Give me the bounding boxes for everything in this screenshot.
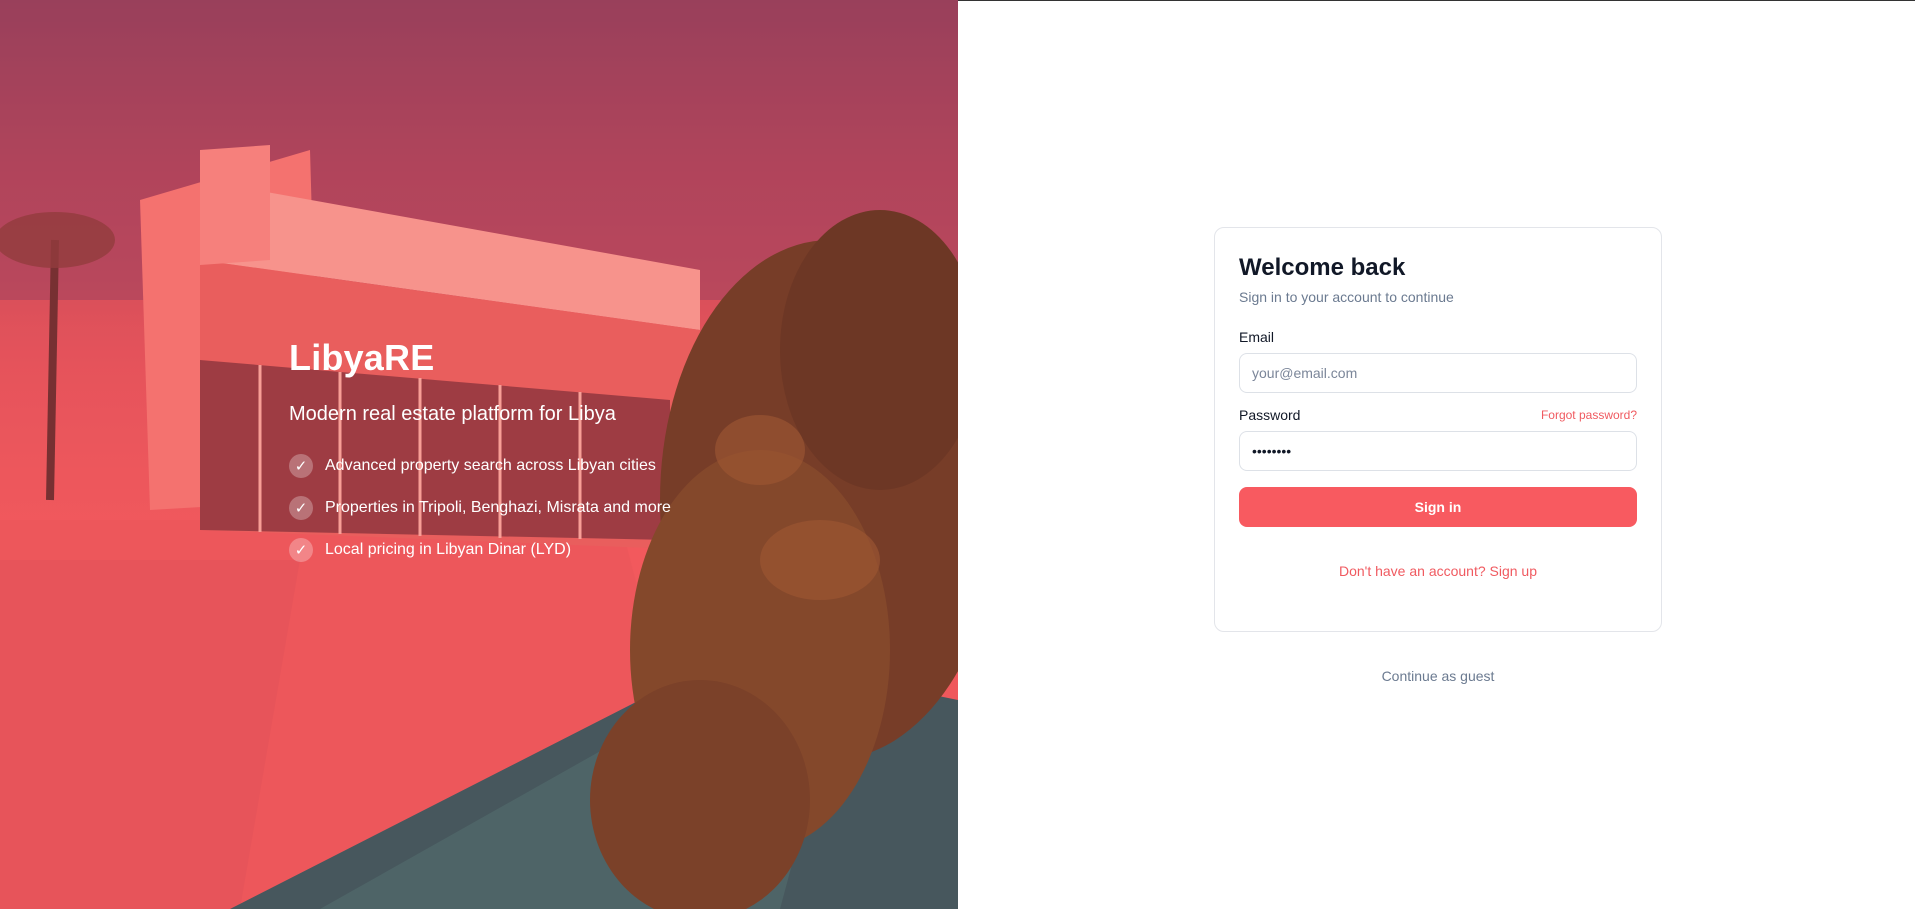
login-subtitle: Sign in to your account to continue <box>1239 288 1454 305</box>
feature-item: ✓ Local pricing in Libyan Dinar (LYD) <box>289 529 671 571</box>
password-field[interactable] <box>1239 430 1637 471</box>
feature-item: ✓ Advanced property search across Libyan… <box>289 445 671 487</box>
email-label: Email <box>1239 328 1275 345</box>
email-field[interactable] <box>1239 352 1637 393</box>
feature-text: Properties in Tripoli, Benghazi, Misrata… <box>325 499 671 517</box>
login-page: LibyaRE Modern real estate platform for … <box>0 0 1915 909</box>
feature-text: Advanced property search across Libyan c… <box>325 457 656 475</box>
login-card: Welcome back Sign in to your account to … <box>1214 227 1662 632</box>
login-title: Welcome back <box>1239 254 1406 281</box>
hero-panel: LibyaRE Modern real estate platform for … <box>0 0 958 909</box>
auth-panel: Welcome back Sign in to your account to … <box>958 0 1915 909</box>
sign-in-button[interactable]: Sign in <box>1239 486 1637 527</box>
password-label: Password <box>1239 406 1301 423</box>
check-icon: ✓ <box>289 454 313 479</box>
brand-name: LibyaRE <box>289 337 435 378</box>
email-label-row: Email <box>1239 329 1637 345</box>
check-icon: ✓ <box>289 538 313 563</box>
continue-as-guest-link[interactable]: Continue as guest <box>1214 668 1662 684</box>
feature-list: ✓ Advanced property search across Libyan… <box>289 445 671 571</box>
hero-content: LibyaRE Modern real estate platform for … <box>289 336 671 571</box>
brand-tagline: Modern real estate platform for Libya <box>289 403 616 426</box>
forgot-password-link[interactable]: Forgot password? <box>1541 408 1637 422</box>
password-label-row: Password Forgot password? <box>1239 407 1637 423</box>
sign-up-link[interactable]: Don't have an account? Sign up <box>1239 563 1637 579</box>
feature-item: ✓ Properties in Tripoli, Benghazi, Misra… <box>289 487 671 529</box>
check-icon: ✓ <box>289 496 313 521</box>
feature-text: Local pricing in Libyan Dinar (LYD) <box>325 541 572 559</box>
